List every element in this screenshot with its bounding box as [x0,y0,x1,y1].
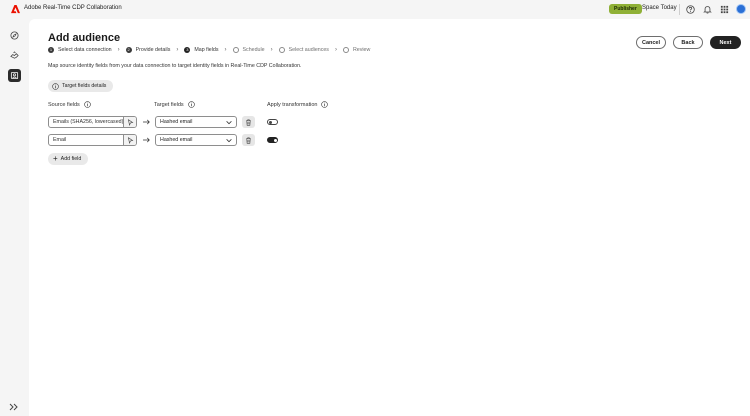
step-1[interactable]: 1 Select data connection [48,46,112,53]
avatar[interactable] [736,4,746,14]
column-label: Apply transformation [267,101,318,108]
apps-grid-icon[interactable] [719,4,730,15]
chevron-right-icon: › [270,46,273,53]
step-2[interactable]: 2 Provide details [125,46,171,53]
info-icon [52,82,59,90]
step-number: 3 [184,46,191,53]
column-label: Source fields [48,101,80,108]
toggle-knob [268,120,272,124]
info-icon[interactable] [321,101,329,108]
info-icon[interactable] [187,101,195,108]
plus-icon: + [53,154,58,163]
add-field-label: Add field [60,156,82,162]
page-description: Map source identity fields from your dat… [48,63,302,69]
app-title[interactable]: Adobe Real-Time CDP Collaboration [24,5,122,11]
chevron-down-icon [226,120,232,124]
info-button-label: Target fields details [62,83,107,89]
help-icon[interactable] [685,4,696,15]
step-4: Schedule [232,46,265,53]
chevron-right-icon: › [117,46,120,53]
select-field-button[interactable] [123,135,136,145]
step-label: Provide details [135,46,171,53]
step-label: Schedule [242,46,265,53]
org-switcher[interactable]: Space Today [642,5,677,11]
page-title: Add audience [48,32,121,44]
top-bar: Adobe Real-Time CDP Collaboration Publis… [0,0,750,19]
info-icon[interactable] [84,101,91,108]
bell-icon[interactable] [702,4,713,15]
chevron-right-icon: › [224,46,227,53]
arrow-right-icon [143,137,150,143]
source-field-input[interactable]: Emails (SHA256, lowercased) [48,116,137,128]
divider [679,4,680,15]
step-indicator: 1 Select data connection › 2 Provide det… [48,45,370,54]
source-fields-header: Source fields [48,101,91,108]
cursor-select-icon [127,136,133,144]
next-button[interactable]: Next [710,36,741,49]
apply-transformation-header: Apply transformation [267,101,329,108]
source-field-value: Emails (SHA256, lowercased) [53,119,123,125]
add-field-button[interactable]: + Add field [48,153,88,165]
handshake-icon[interactable] [8,49,21,62]
column-label: Target fields [154,101,184,108]
left-rail [0,19,29,416]
apply-transformation-toggle[interactable] [267,137,278,143]
apply-transformation-toggle[interactable] [267,119,278,125]
toggle-knob [273,138,277,142]
target-field-value: Hashed email [160,137,193,143]
step-6: Review [342,46,371,53]
step-5: Select audiences [278,46,329,53]
step-circle [278,46,285,53]
target-fields-details-button[interactable]: Target fields details [48,80,113,92]
step-label: Select data connection [58,46,112,53]
audience-icon[interactable] [8,69,21,82]
adobe-logo-icon [11,5,20,14]
chevron-right-icon: › [334,46,337,53]
select-field-button[interactable] [123,117,136,127]
arrow-right-icon [143,119,150,125]
step-label: Select audiences [288,46,329,53]
cursor-select-icon [127,118,133,126]
step-circle [342,46,349,53]
back-button[interactable]: Back [673,36,703,49]
trash-icon [246,119,251,126]
chevron-down-icon [226,138,232,142]
step-3[interactable]: 3 Map fields [184,46,219,53]
main-panel: Add audience 1 Select data connection › … [29,19,750,416]
compass-icon[interactable] [8,29,21,42]
delete-row-button[interactable] [242,116,255,128]
role-badge: Publisher [609,4,642,14]
cancel-button[interactable]: Cancel [636,36,666,49]
source-field-value: Email [53,137,67,143]
target-field-value: Hashed email [160,119,193,125]
step-number: 1 [48,46,54,53]
trash-icon [246,137,251,144]
target-field-select[interactable]: Hashed email [155,134,237,146]
expand-chevrons-icon[interactable] [9,403,19,411]
step-number: 2 [125,46,132,53]
chevron-right-icon: › [176,46,179,53]
step-label: Review [352,46,371,53]
step-label: Map fields [194,46,219,53]
target-field-select[interactable]: Hashed email [155,116,237,128]
source-field-input[interactable]: Email [48,134,137,146]
step-circle [232,46,239,53]
delete-row-button[interactable] [242,134,255,146]
target-fields-header: Target fields [154,101,195,108]
